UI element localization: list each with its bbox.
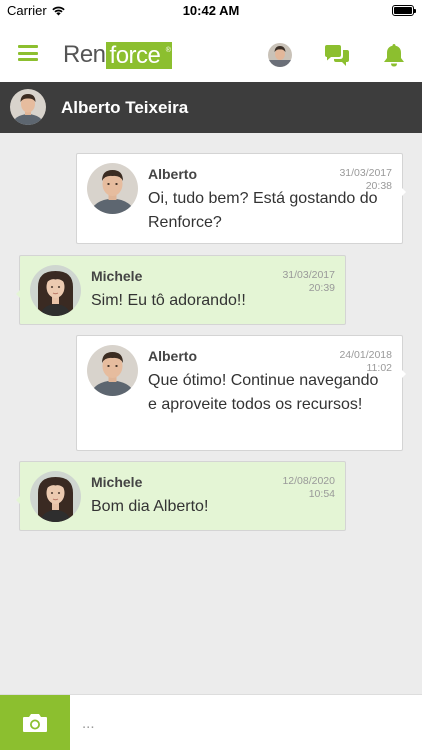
message-text: Que ótimo! Continue navegando e aproveit…	[148, 372, 379, 413]
message-text: Oi, tudo bem? Está gostando do Renforce?	[148, 190, 378, 231]
message-input[interactable]	[82, 709, 402, 737]
message-text: Bom dia Alberto!	[91, 498, 209, 515]
message-bubble-sent: Alberto 24/01/2018 11:02 Que ótimo! Cont…	[76, 335, 406, 451]
sender-avatar	[87, 163, 138, 214]
sender-name: Alberto	[148, 348, 197, 364]
message-date: 31/03/2017	[339, 167, 392, 179]
sender-name: Michele	[91, 474, 143, 490]
profile-avatar[interactable]	[268, 43, 292, 67]
bell-icon[interactable]	[383, 43, 405, 67]
status-bar: Carrier 10:42 AM	[0, 0, 422, 22]
conversation-header: Alberto Teixeira	[0, 82, 422, 133]
sender-avatar	[87, 345, 138, 396]
message-date: 31/03/2017	[282, 269, 335, 281]
message-date: 12/08/2020	[282, 475, 335, 487]
message-bubble-sent: Alberto 31/03/2017 20:38 Oi, tudo bem? E…	[76, 153, 406, 244]
clock: 10:42 AM	[182, 3, 240, 18]
sender-name: Michele	[91, 268, 143, 284]
sender-name: Alberto	[148, 166, 197, 182]
message-list[interactable]: Alberto 31/03/2017 20:38 Oi, tudo bem? E…	[0, 133, 422, 694]
renforce-logo: Ren force	[63, 37, 173, 69]
sender-avatar	[30, 471, 81, 522]
chat-bubbles-icon[interactable]	[324, 45, 350, 67]
contact-avatar	[10, 89, 46, 125]
app-header: Ren force	[0, 22, 422, 82]
message-text: Sim! Eu tô adorando!!	[91, 292, 246, 309]
contact-name: Alberto Teixeira	[61, 98, 189, 117]
message-date: 24/01/2018	[339, 349, 392, 361]
camera-button[interactable]	[0, 695, 70, 750]
message-composer	[0, 694, 422, 750]
sender-avatar	[30, 265, 81, 316]
logo-text-force: force	[105, 37, 173, 69]
message-bubble-received: Michele 12/08/2020 10:54 Bom dia Alberto…	[16, 461, 346, 531]
battery-icon	[392, 5, 416, 16]
logo-text-ren: Ren	[63, 41, 106, 68]
hamburger-menu-icon[interactable]	[18, 45, 38, 61]
camera-icon	[23, 714, 47, 732]
message-bubble-received: Michele 31/03/2017 20:39 Sim! Eu tô ador…	[16, 255, 346, 325]
